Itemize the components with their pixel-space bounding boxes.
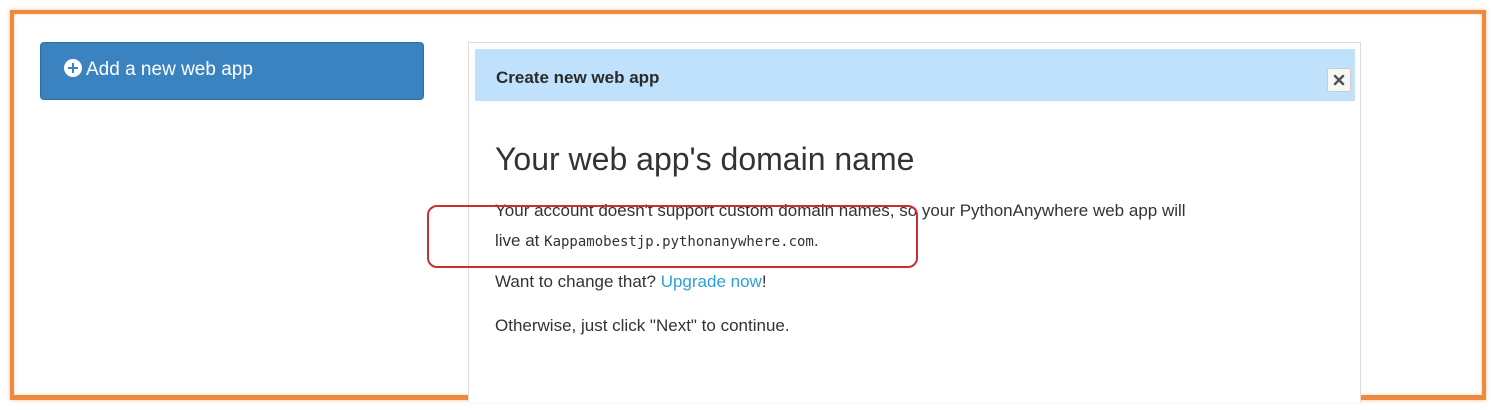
explanation-line-2-prefix: live at: [495, 231, 545, 250]
dialog-title: Create new web app: [496, 68, 660, 87]
domain-explanation: Your account doesn't support custom doma…: [495, 196, 1186, 257]
upgrade-suffix: !: [761, 272, 767, 291]
upgrade-prompt: Want to change that? Upgrade now!: [495, 267, 767, 297]
upgrade-now-link[interactable]: Upgrade now: [661, 272, 762, 291]
close-button[interactable]: [1327, 68, 1351, 92]
domain-value: Kappamobestjp.pythonanywhere.com: [544, 234, 814, 250]
add-web-app-label: Add a new web app: [86, 59, 253, 80]
add-web-app-button[interactable]: Add a new web app: [40, 42, 424, 100]
explanation-line-2-suffix: .: [813, 231, 819, 250]
explanation-line-1: Your account doesn't support custom doma…: [495, 201, 1186, 220]
dialog-header: Create new web app: [475, 49, 1355, 101]
change-prompt-text: Want to change that?: [495, 272, 661, 291]
create-web-app-dialog: Create new web app Your web app's domain…: [468, 42, 1361, 402]
domain-heading: Your web app's domain name: [495, 141, 915, 177]
plus-circle-icon: [64, 59, 82, 77]
close-icon: [1333, 74, 1345, 86]
continue-instruction: Otherwise, just click "Next" to continue…: [495, 316, 790, 335]
